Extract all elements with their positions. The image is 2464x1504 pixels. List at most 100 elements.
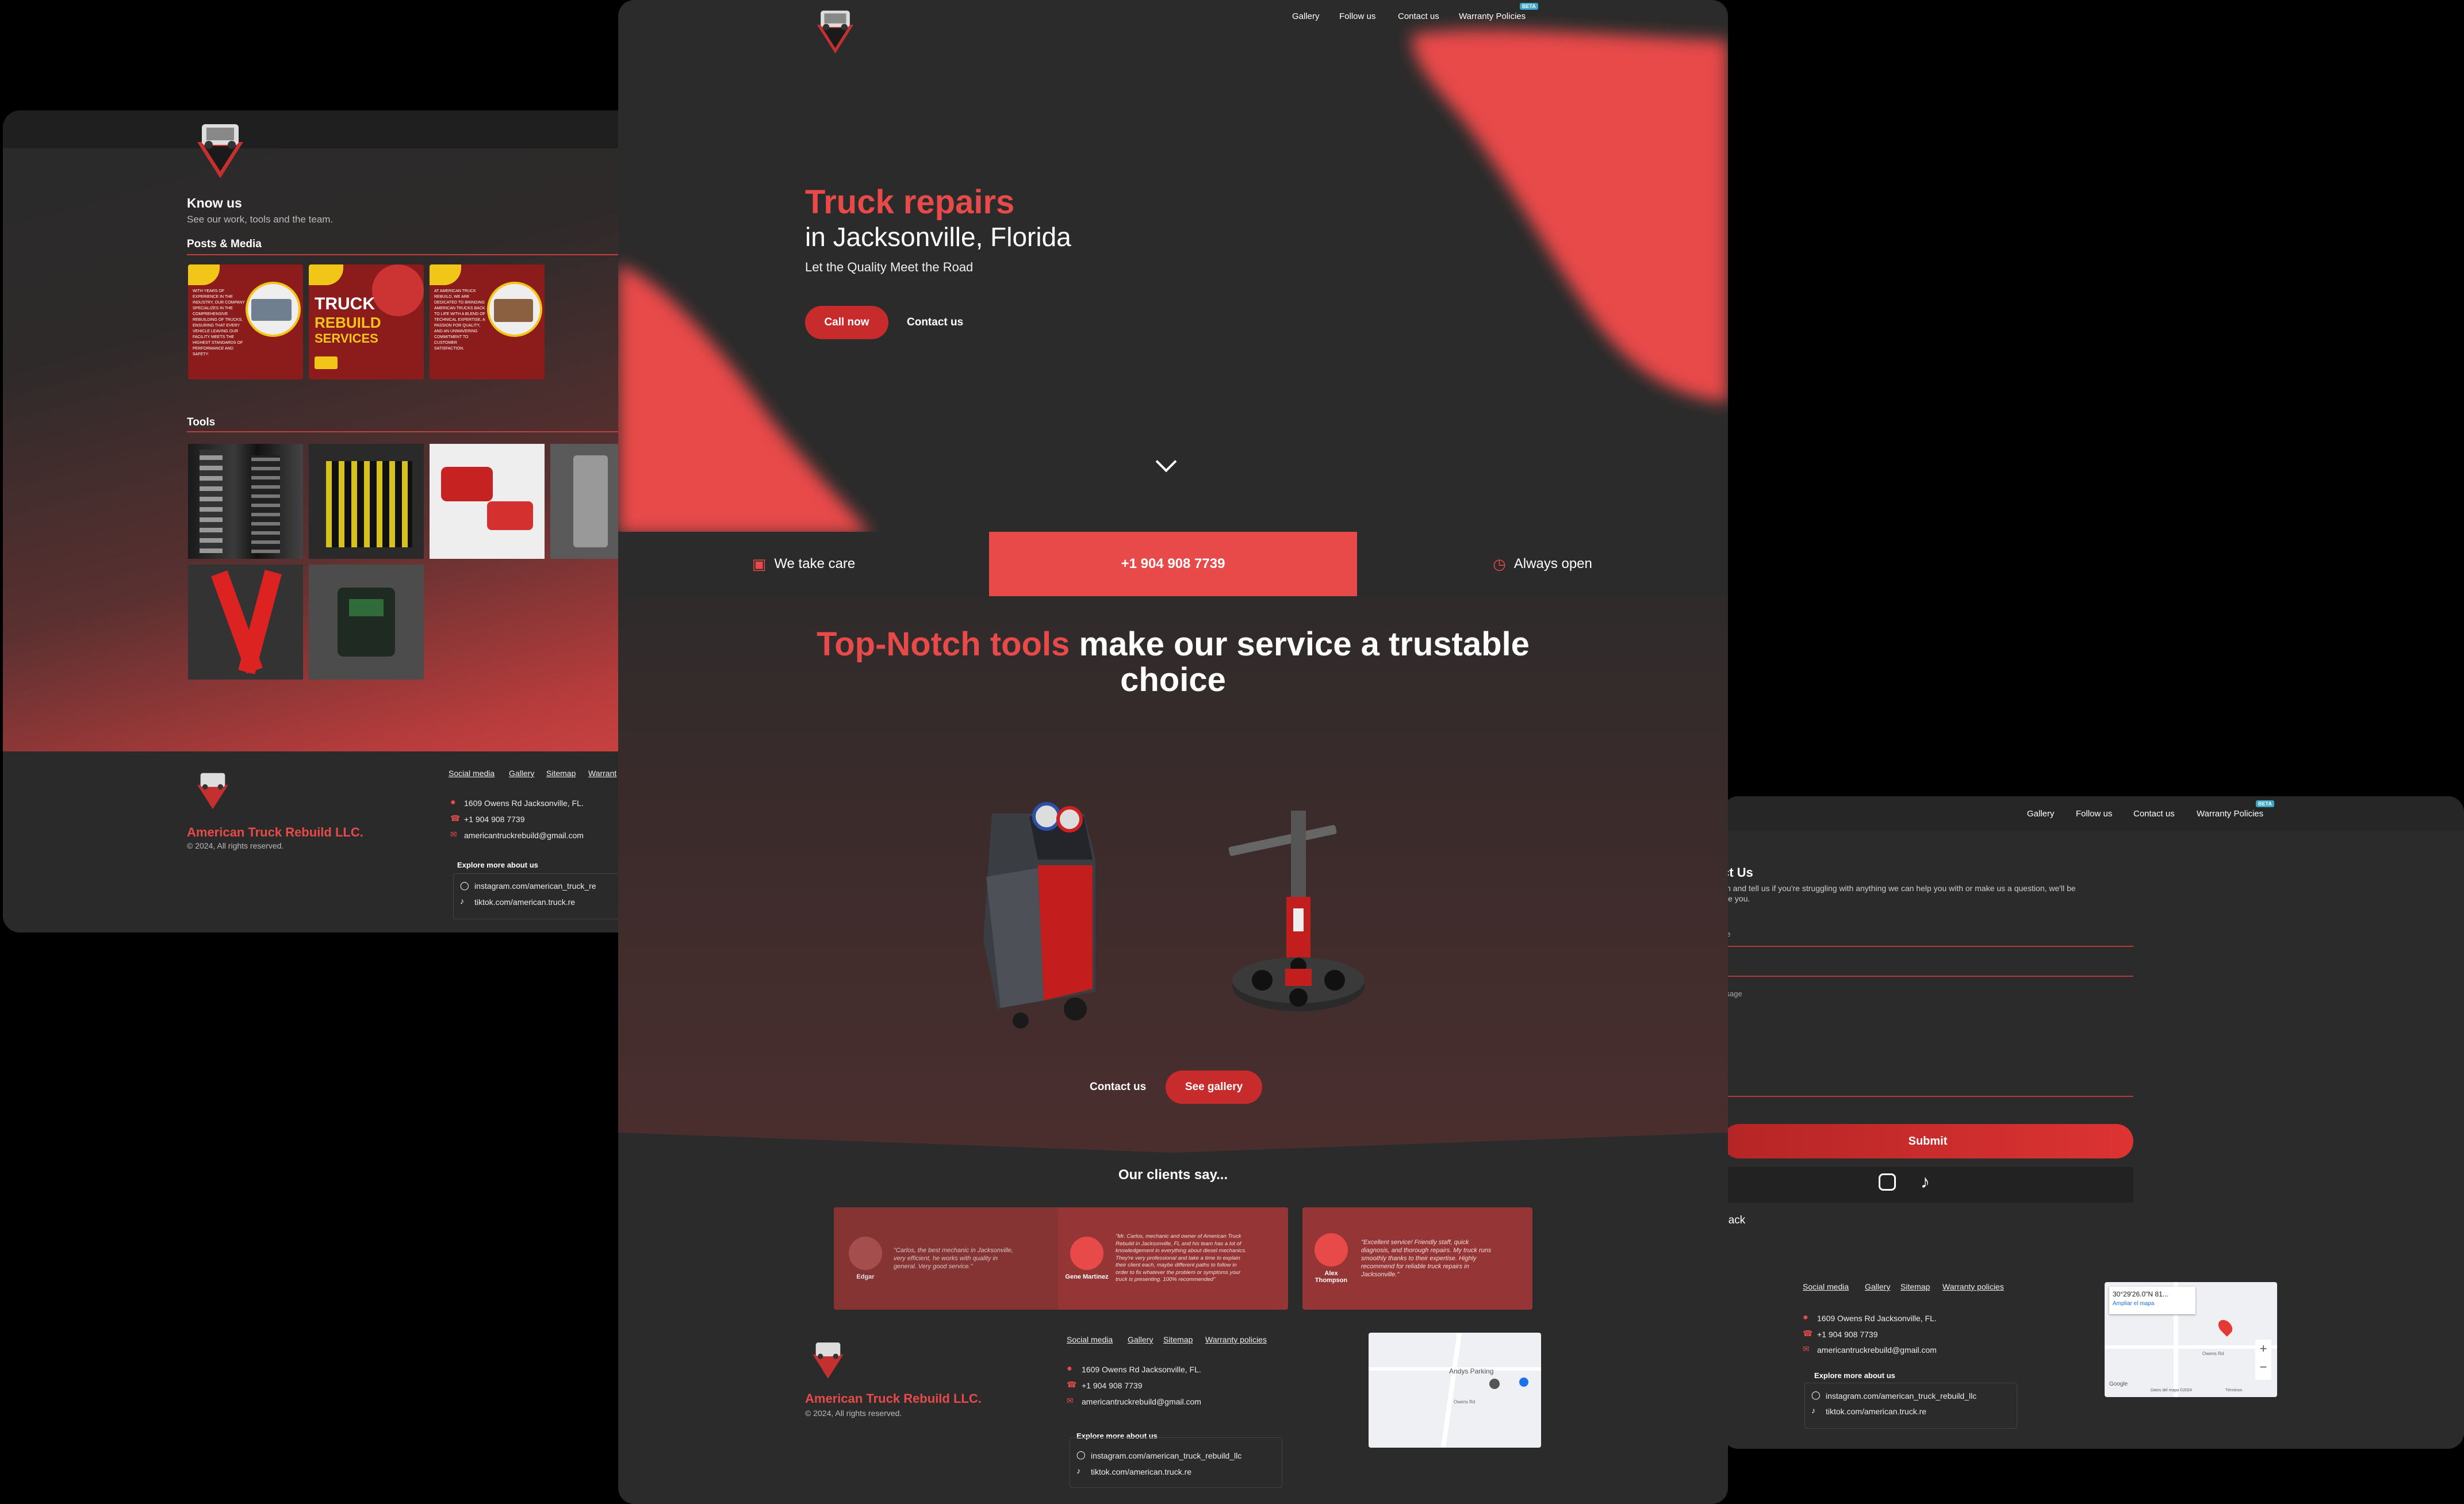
map-enlarge-link[interactable]: Ampliar el mapa	[2113, 1300, 2192, 1307]
footer-link-social[interactable]: Social media	[449, 769, 495, 778]
map-zoom-controls[interactable]: + −	[2255, 1340, 2271, 1380]
truck-logo-icon	[197, 124, 243, 178]
tool-photo[interactable]	[188, 444, 303, 559]
map-place-label: Andys Parking	[1449, 1367, 1494, 1375]
post-card[interactable]: WITH YEARS OF EXPERIENCE IN THE INDUSTRY…	[188, 264, 303, 379]
brand-logo[interactable]	[808, 3, 863, 55]
nav-gallery[interactable]: Gallery	[2027, 809, 2055, 819]
explore-box	[1070, 1437, 1282, 1488]
footer-link-sitemap[interactable]: Sitemap	[546, 769, 576, 778]
footer-tiktok[interactable]: tiktok.com/american.truck.re	[1826, 1407, 1926, 1416]
post-headline-1: TRUCK	[315, 294, 375, 313]
footer-phone: +1 904 908 7739	[1817, 1330, 1878, 1339]
contact-page-window: Gallery Follow us Contact us Warranty Po…	[1722, 796, 2464, 1449]
footer-email[interactable]: americantruckrebuild@gmail.com	[1817, 1345, 1937, 1355]
footer-tiktok[interactable]: tiktok.com/american.truck.re	[1091, 1467, 1191, 1476]
gallery-footer: American Truck Rebuild LLC. © 2024, All …	[3, 751, 635, 933]
tool-photo[interactable]	[430, 444, 545, 559]
call-now-button[interactable]: Call now	[805, 306, 888, 339]
footer-logo[interactable]	[805, 1337, 851, 1380]
map-data-note: Datos del mapa ©2024	[2151, 1388, 2192, 1392]
tools-heading-rest: make our service a trustable	[1079, 626, 1530, 663]
home-nav-bar	[618, 0, 1728, 36]
submit-button[interactable]: Submit	[1722, 1124, 2133, 1158]
tiktok-icon: ♪	[460, 896, 464, 906]
nav-contact-us[interactable]: Contact us	[1398, 11, 1439, 21]
tool-photo[interactable]	[309, 444, 424, 559]
explore-box	[1804, 1383, 2017, 1429]
tools-contact-link[interactable]: Contact us	[1090, 1081, 1146, 1094]
phone-icon: ☎	[1803, 1329, 1813, 1338]
footer-brand-name: American Truck Rebuild LLC.	[187, 825, 363, 839]
location-pin-icon: ●	[450, 797, 456, 807]
tool-photo[interactable]	[309, 565, 424, 680]
gallery-header	[3, 110, 635, 148]
footer-instagram[interactable]: instagram.com/american_truck_rebuild_llc	[1091, 1451, 1241, 1460]
truck-logo-icon	[813, 1342, 844, 1379]
google-map[interactable]: Andys Parking Owens Rd	[1369, 1333, 1541, 1448]
footer-copyright: © 2024, All rights reserved.	[805, 1409, 902, 1418]
post-text: AT AMERICAN TRUCK REBUILD, WE ARE DEDICA…	[434, 289, 485, 351]
beta-badge: BETA	[2256, 800, 2274, 807]
testimonial-text: "Mr. Carlos, mechanic and owner of Ameri…	[1116, 1233, 1247, 1283]
footer-phone: +1 904 908 7739	[464, 815, 525, 824]
press-tool-image	[1228, 811, 1365, 1011]
email-input[interactable]	[1722, 976, 2133, 977]
footer-link-gallery[interactable]: Gallery	[1128, 1335, 1153, 1344]
nav-contact-us[interactable]: Contact us	[2133, 809, 2175, 819]
post-card[interactable]: TRUCK REBUILD SERVICES	[309, 264, 424, 379]
footer-email[interactable]: americantruckrebuild@gmail.com	[464, 831, 584, 840]
explore-title: Explore more about us	[1814, 1371, 1895, 1380]
location-pin-icon: ●	[1067, 1364, 1072, 1373]
tools-heading-line2: choice	[1120, 661, 1226, 699]
see-gallery-button[interactable]: See gallery	[1166, 1071, 1262, 1104]
footer-link-social[interactable]: Social media	[1803, 1282, 1849, 1291]
strip-care-label: We take care	[774, 556, 856, 571]
nav-follow-us[interactable]: Follow us	[1339, 11, 1375, 21]
footer-address: 1609 Owens Rd Jacksonville, FL.	[464, 799, 584, 808]
footer-link-warranty[interactable]: Warranty policies	[1205, 1335, 1267, 1344]
footer-instagram[interactable]: instagram.com/american_truck_rebuild_llc	[1826, 1391, 1976, 1401]
footer-link-warranty[interactable]: Warranty policies	[1942, 1282, 2004, 1291]
brand-logo[interactable]	[186, 116, 255, 179]
google-map[interactable]: 30°29'26.0"N 81... Ampliar el mapa + − Ow…	[2105, 1282, 2277, 1397]
email-icon: ✉	[450, 830, 457, 839]
explore-box	[453, 873, 635, 919]
map-terms[interactable]: Términos	[2225, 1388, 2242, 1392]
nav-warranty[interactable]: Warranty Policies	[1459, 11, 1526, 21]
hero-background	[618, 29, 1728, 535]
footer-link-sitemap[interactable]: Sitemap	[1900, 1282, 1930, 1291]
tiktok-icon[interactable]: ♪	[1921, 1171, 1930, 1192]
phone-icon: ☎	[450, 814, 461, 823]
post-card[interactable]: AT AMERICAN TRUCK REBUILD, WE ARE DEDICA…	[430, 264, 545, 379]
clients-title: Our clients say...	[1118, 1167, 1228, 1183]
strip-phone-button[interactable]: +1 904 908 7739	[989, 532, 1357, 596]
footer-email[interactable]: americantruckrebuild@gmail.com	[1082, 1397, 1201, 1406]
footer-address: 1609 Owens Rd Jacksonville, FL.	[1817, 1314, 1937, 1323]
hero-contact-link[interactable]: Contact us	[907, 316, 963, 329]
nav-follow-us[interactable]: Follow us	[2076, 809, 2112, 819]
footer-instagram[interactable]: instagram.com/american_truck_re	[474, 881, 596, 891]
footer-logo[interactable]	[190, 766, 236, 812]
phone-icon: ☎	[1067, 1380, 1077, 1389]
google-logo: Google	[2109, 1381, 2128, 1387]
hero-location: in Jacksonville, Florida	[805, 222, 1071, 252]
truck-logo-icon	[197, 773, 228, 809]
instagram-icon[interactable]	[1879, 1173, 1896, 1191]
footer-link-social[interactable]: Social media	[1067, 1335, 1113, 1344]
strip-open: ◷ Always open	[1357, 532, 1728, 596]
tool-photo[interactable]	[188, 565, 303, 680]
strip-phone-label: +1 904 908 7739	[1121, 556, 1225, 571]
footer-tiktok[interactable]: tiktok.com/american.truck.re	[474, 897, 575, 907]
message-textarea[interactable]	[1722, 1000, 2133, 1097]
nav-gallery[interactable]: Gallery	[1292, 11, 1320, 21]
map-coords: 30°29'26.0"N 81...	[2113, 1290, 2168, 1298]
footer-link-gallery[interactable]: Gallery	[1865, 1282, 1890, 1291]
nav-warranty[interactable]: Warranty Policies	[2197, 809, 2263, 819]
footer-link-sitemap[interactable]: Sitemap	[1163, 1335, 1193, 1344]
footer-link-gallery[interactable]: Gallery	[509, 769, 534, 778]
testimonial-name: Edgar	[856, 1273, 875, 1280]
footer-link-warranty[interactable]: Warrant	[588, 769, 616, 778]
name-input[interactable]	[1722, 946, 2133, 947]
know-us-subtitle: See our work, tools and the team.	[187, 214, 334, 225]
